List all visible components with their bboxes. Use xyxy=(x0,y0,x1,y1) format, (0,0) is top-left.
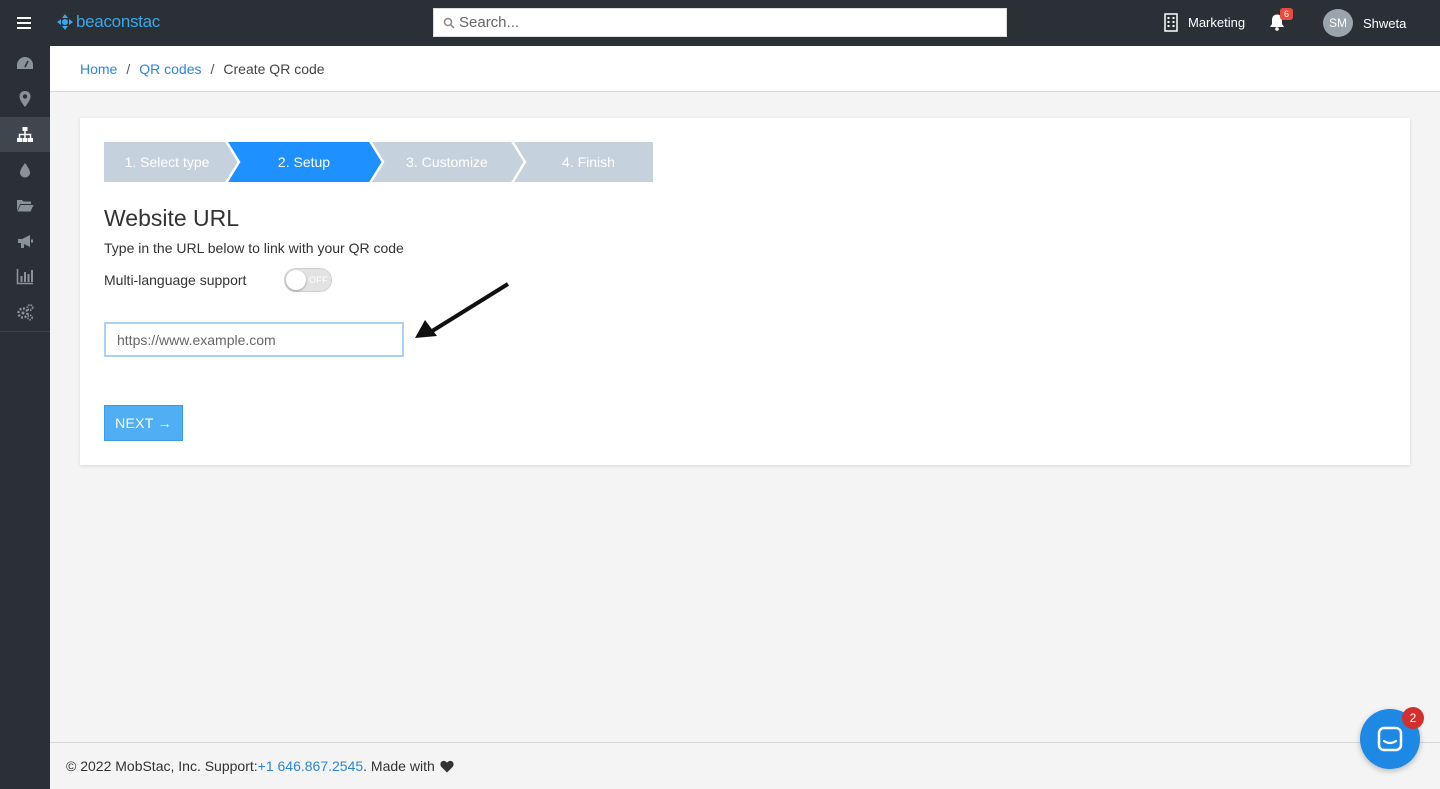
beaconstac-logo-icon xyxy=(57,14,73,30)
breadcrumb-home[interactable]: Home xyxy=(80,61,117,77)
url-input[interactable] xyxy=(104,322,404,357)
next-button[interactable]: NEXT → xyxy=(104,405,183,441)
multilang-toggle[interactable]: OFF xyxy=(284,268,332,292)
org-switcher[interactable]: Marketing xyxy=(1164,13,1245,32)
step-customize[interactable]: 3. Customize xyxy=(382,154,512,170)
annotation-arrow-icon xyxy=(415,282,510,338)
breadcrumb-separator: / xyxy=(210,60,215,77)
notification-badge: 6 xyxy=(1280,8,1294,20)
settings-icon xyxy=(17,303,34,321)
dashboard-icon xyxy=(17,56,33,69)
drop-icon xyxy=(20,162,30,177)
toggle-knob xyxy=(286,270,306,290)
avatar[interactable]: SM xyxy=(1323,9,1353,37)
building-icon xyxy=(1164,13,1178,32)
search-box[interactable] xyxy=(433,8,1007,37)
chat-unread-badge: 2 xyxy=(1402,707,1424,729)
multilang-label: Multi-language support xyxy=(104,272,247,288)
sidebar-item-drop[interactable] xyxy=(0,152,50,187)
breadcrumb-separator: / xyxy=(126,60,131,77)
hamburger-menu-icon[interactable] xyxy=(17,17,31,29)
step-select-type[interactable]: 1. Select type xyxy=(104,154,230,170)
toggle-state-text: OFF xyxy=(309,275,328,285)
step-finish[interactable]: 4. Finish xyxy=(524,154,653,170)
sitemap-icon xyxy=(17,126,33,142)
footer: © 2022 MobStac, Inc. Support: +1 646.867… xyxy=(50,742,1440,789)
sidebar xyxy=(0,46,50,789)
sidebar-item-dashboard[interactable] xyxy=(0,46,50,81)
org-name: Marketing xyxy=(1188,15,1246,30)
location-pin-icon xyxy=(19,90,31,107)
username[interactable]: Shweta xyxy=(1363,16,1406,31)
heart-icon xyxy=(440,760,454,772)
sidebar-item-campaigns[interactable] xyxy=(0,223,50,258)
footer-copyright: © 2022 MobStac, Inc. Support: xyxy=(66,758,258,774)
footer-made-with: . Made with xyxy=(363,758,435,774)
analytics-icon xyxy=(16,268,33,284)
sidebar-item-analytics[interactable] xyxy=(0,258,50,293)
breadcrumb-qr-codes[interactable]: QR codes xyxy=(139,61,201,77)
page-subtitle: Type in the URL below to link with your … xyxy=(104,240,404,256)
logo[interactable]: beaconstac xyxy=(56,12,160,32)
step-setup[interactable]: 2. Setup xyxy=(238,154,370,170)
top-bar: beaconstac Marketing 6 SM Shweta xyxy=(0,0,1440,46)
page-title: Website URL xyxy=(104,205,240,231)
wizard-steps: 1. Select type 2. Setup 3. Customize 4. … xyxy=(104,142,653,182)
megaphone-icon xyxy=(18,234,33,248)
sidebar-item-folders[interactable] xyxy=(0,187,50,222)
folder-icon xyxy=(17,199,34,211)
sidebar-divider xyxy=(0,331,50,332)
breadcrumb: Home / QR codes / Create QR code xyxy=(50,46,1440,92)
sidebar-item-locations[interactable] xyxy=(0,81,50,116)
breadcrumb-current: Create QR code xyxy=(223,60,325,77)
logo-text: beaconstac xyxy=(76,12,160,31)
chat-icon xyxy=(1377,726,1403,752)
sidebar-item-qr-codes[interactable] xyxy=(0,117,50,152)
support-phone-link[interactable]: +1 646.867.2545 xyxy=(258,758,364,774)
search-input[interactable] xyxy=(459,14,979,31)
setup-card: 1. Select type 2. Setup 3. Customize 4. … xyxy=(80,118,1410,465)
search-icon xyxy=(443,17,455,29)
sidebar-item-settings[interactable] xyxy=(0,294,50,329)
